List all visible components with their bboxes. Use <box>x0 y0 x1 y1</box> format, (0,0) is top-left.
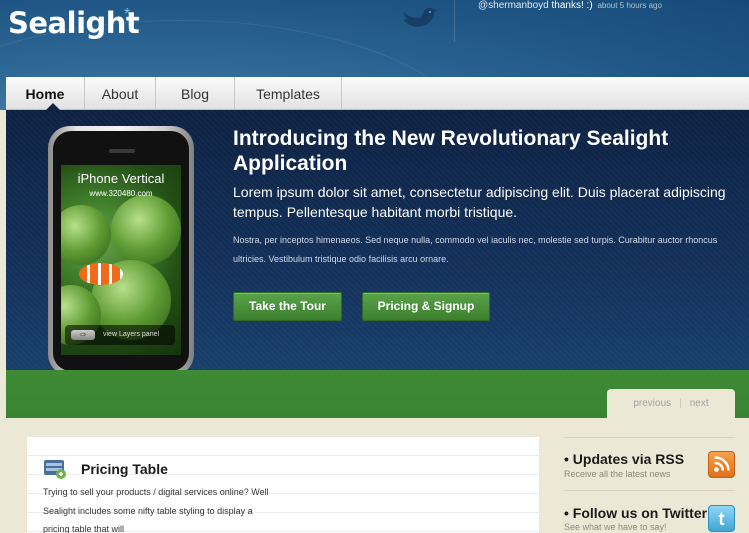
main-nav: Home About Blog Templates <box>6 77 749 110</box>
rss-title: Updates via RSS <box>572 451 685 467</box>
nav-about[interactable]: About <box>85 77 156 110</box>
rss-icon[interactable] <box>708 451 735 478</box>
pager-separator: | <box>679 398 682 409</box>
rss-heading[interactable]: • Updates via RSS <box>564 451 684 467</box>
tweet-message: thanks! :) <box>548 0 593 11</box>
phone-speaker <box>109 149 135 153</box>
slider-pager: previous | next <box>607 389 735 419</box>
layers-label: view Layers panel <box>103 331 160 338</box>
twitter-subtitle: See what we have to say! <box>564 522 667 532</box>
hero-title: Introducing the New Revolutionary Sealig… <box>233 127 669 175</box>
pricing-table-title: Pricing Table <box>81 461 168 477</box>
twitter-heading[interactable]: • Follow us on Twitter <box>564 505 707 521</box>
hero-banner: iPhone Vertical www.320480.com ⇨ view La… <box>6 110 749 370</box>
iphone-image: iPhone Vertical www.320480.com ⇨ view La… <box>48 126 194 370</box>
active-nav-pointer <box>46 103 60 110</box>
bullet: • <box>564 505 569 521</box>
tweet-user-link[interactable]: @shermanboyd <box>478 0 549 11</box>
nav-blog[interactable]: Blog <box>156 77 235 110</box>
site-logo[interactable]: Sealight <box>8 6 140 40</box>
hero-description: Nostra, per inceptos himenaeos. Sed nequ… <box>233 235 718 264</box>
pricing-card: Pricing Table Trying to sell your produc… <box>27 437 539 533</box>
phone-screen: iPhone Vertical www.320480.com ⇨ view La… <box>61 165 181 355</box>
nav-templates[interactable]: Templates <box>235 77 342 110</box>
hero-lead: Lorem ipsum dolor sit amet, consectetur … <box>233 184 726 220</box>
pricing-signup-button[interactable]: Pricing & Signup <box>362 292 490 321</box>
bullet: • <box>564 451 569 467</box>
screen-url: www.320480.com <box>89 189 153 198</box>
layers-panel-bar: ⇨ view Layers panel <box>65 325 175 345</box>
logo-star-icon: * <box>124 6 131 23</box>
twitter-title: Follow us on Twitter <box>572 505 708 521</box>
rss-subtitle: Receive all the latest news <box>564 469 671 479</box>
tweet-time[interactable]: about 5 hours ago <box>597 1 662 10</box>
pricing-table-icon <box>44 460 66 479</box>
previous-link[interactable]: previous <box>633 398 671 409</box>
pricing-table-text: Trying to sell your products / digital s… <box>43 487 269 533</box>
twitter-bird-icon <box>404 7 438 27</box>
take-tour-button[interactable]: Take the Tour <box>233 292 342 321</box>
next-link[interactable]: next <box>690 398 709 409</box>
arrow-icon: ⇨ <box>71 330 95 340</box>
latest-tweet: @shermanboyd thanks! :) about 5 hours ag… <box>478 0 662 11</box>
twitter-icon[interactable]: t <box>708 505 735 532</box>
screen-title: iPhone Vertical <box>77 171 165 186</box>
clownfish-image <box>79 263 123 285</box>
